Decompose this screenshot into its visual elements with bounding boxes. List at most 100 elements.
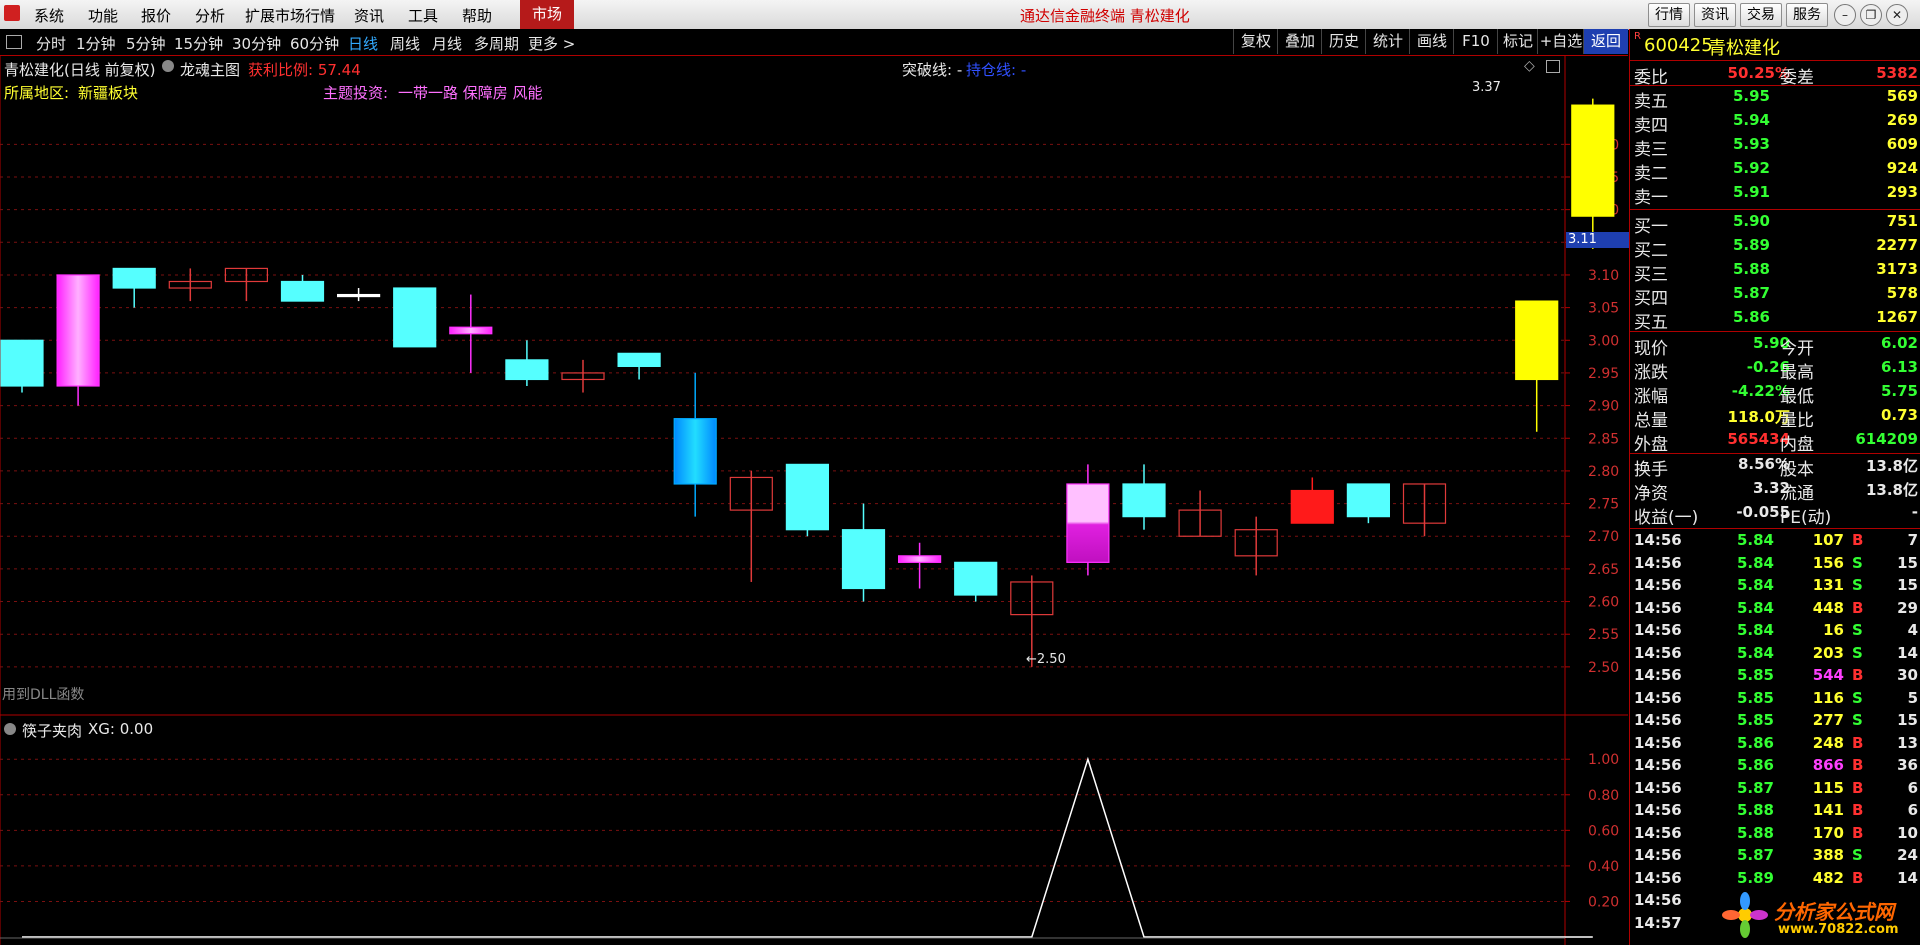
news-button[interactable]: 资讯 xyxy=(1694,3,1736,27)
tool-add-watchlist[interactable]: +自选 xyxy=(1537,29,1584,54)
period-more[interactable]: 更多 > xyxy=(528,33,575,54)
trade-time: 14:56 xyxy=(1634,846,1682,864)
trade-time: 14:56 xyxy=(1634,891,1682,909)
menu-help[interactable]: 帮助 xyxy=(462,5,492,26)
trade-row[interactable]: 14:56 5.84 156 S 15 xyxy=(1630,554,1920,576)
menu-news[interactable]: 资讯 xyxy=(354,5,384,26)
fund-label: PE(动) xyxy=(1780,508,1832,528)
tool-history[interactable]: 历史 xyxy=(1321,29,1366,54)
sub-tick-label: 0.20 xyxy=(1588,894,1619,910)
service-button[interactable]: 服务 xyxy=(1786,3,1828,27)
trade-row[interactable]: 14:56 5.86 248 B 13 xyxy=(1630,734,1920,756)
region-value[interactable]: 新疆板块 xyxy=(78,82,138,103)
menu-quote[interactable]: 报价 xyxy=(141,5,171,26)
menu-analysis[interactable]: 分析 xyxy=(195,5,225,26)
quote-value: -0.26 xyxy=(1746,358,1790,376)
period-30min[interactable]: 30分钟 xyxy=(232,33,281,54)
trade-row[interactable]: 14:56 5.87 115 B 6 xyxy=(1630,779,1920,801)
tool-f10[interactable]: F10 xyxy=(1453,29,1498,54)
trade-time: 14:56 xyxy=(1634,733,1682,752)
trade-row[interactable]: 14:56 5.88 170 B 10 xyxy=(1630,824,1920,846)
period-5min[interactable]: 5分钟 xyxy=(126,33,166,54)
trade-row[interactable]: 14:56 5.84 131 S 15 xyxy=(1630,576,1920,598)
price-tick-label: 2.90 xyxy=(1588,399,1619,415)
bid-price[interactable]: 5.88 xyxy=(1690,260,1770,278)
ask-price[interactable]: 5.92 xyxy=(1690,159,1770,177)
close-icon[interactable]: ✕ xyxy=(1886,4,1908,26)
bid-price[interactable]: 5.86 xyxy=(1690,308,1770,326)
price-tick-label: 2.55 xyxy=(1588,627,1619,643)
period-monthly[interactable]: 月线 xyxy=(432,33,462,54)
trade-row[interactable]: 14:56 5.85 277 S 15 xyxy=(1630,711,1920,733)
trade-side: B xyxy=(1852,778,1864,797)
period-weekly[interactable]: 周线 xyxy=(390,33,420,54)
trade-row[interactable]: 14:56 5.84 16 S 4 xyxy=(1630,621,1920,643)
trade-side: B xyxy=(1852,868,1864,887)
toggle-panel-icon[interactable] xyxy=(6,35,22,49)
trade-time: 14:56 xyxy=(1634,531,1682,549)
chart-area[interactable]: 3.303.253.203.153.103.053.002.952.902.85… xyxy=(0,55,1628,945)
ask-volume: 569 xyxy=(1886,87,1918,105)
trade-row[interactable]: 14:56 5.88 141 B 6 xyxy=(1630,801,1920,823)
bid-price[interactable]: 5.87 xyxy=(1690,284,1770,302)
trade-row[interactable]: 14:56 5.86 866 B 36 xyxy=(1630,756,1920,778)
menu-tools[interactable]: 工具 xyxy=(408,5,438,26)
menu-function[interactable]: 功能 xyxy=(88,5,118,26)
trade-row[interactable]: 14:56 5.84 203 S 14 xyxy=(1630,644,1920,666)
sub-indicator-name[interactable]: 筷子夹肉 xyxy=(22,720,82,741)
diamond-icon[interactable]: ◇ xyxy=(1524,58,1535,74)
ask-price[interactable]: 5.93 xyxy=(1690,135,1770,153)
quote-label: 今开 xyxy=(1780,339,1814,359)
period-1min[interactable]: 1分钟 xyxy=(76,33,116,54)
period-15min[interactable]: 15分钟 xyxy=(174,33,223,54)
trade-row[interactable]: 14:56 5.84 448 B 29 xyxy=(1630,599,1920,621)
period-multi[interactable]: 多周期 xyxy=(474,33,519,54)
ask-price[interactable]: 5.95 xyxy=(1690,87,1770,105)
fund-value: -0.055 xyxy=(1736,503,1790,521)
tool-back[interactable]: 返回 xyxy=(1583,29,1628,54)
bid-price[interactable]: 5.90 xyxy=(1690,212,1770,230)
quote-label: 涨跌 xyxy=(1634,363,1668,383)
trade-price: 5.85 xyxy=(1736,666,1774,684)
minimize-icon[interactable]: – xyxy=(1834,4,1856,26)
indicator-name[interactable]: 龙魂主图 xyxy=(180,59,240,80)
trade-row[interactable]: 14:56 5.85 544 B 30 xyxy=(1630,666,1920,688)
menu-system[interactable]: 系统 xyxy=(34,5,64,26)
tool-stats[interactable]: 统计 xyxy=(1365,29,1410,54)
trade-count: 24 xyxy=(1897,846,1918,864)
app-title: 通达信金融终端 青松建化 xyxy=(1020,7,1190,25)
bid-price[interactable]: 5.89 xyxy=(1690,236,1770,254)
restore-icon[interactable]: ❐ xyxy=(1860,4,1882,26)
tool-adjust[interactable]: 复权 xyxy=(1233,29,1278,54)
candle-body xyxy=(449,326,493,335)
quote-label: 外盘 xyxy=(1634,435,1668,455)
trade-row[interactable]: 14:56 5.85 116 S 5 xyxy=(1630,689,1920,711)
ask-volume: 293 xyxy=(1886,183,1918,201)
menu-extended-market[interactable]: 扩展市场行情 xyxy=(245,5,335,26)
trade-price: 5.84 xyxy=(1736,598,1774,617)
trade-volume: 448 xyxy=(1812,598,1844,617)
period-daily[interactable]: 日线 xyxy=(348,33,378,54)
trade-count: 13 xyxy=(1897,733,1918,752)
theme-value[interactable]: 一带一路 保障房 风能 xyxy=(398,82,543,103)
quote-button[interactable]: 行情 xyxy=(1648,3,1690,27)
ask-price[interactable]: 5.94 xyxy=(1690,111,1770,129)
tool-mark[interactable]: 标记 xyxy=(1497,29,1538,54)
indicator-menu-icon[interactable] xyxy=(162,60,174,72)
ask-price[interactable]: 5.91 xyxy=(1690,183,1770,201)
trade-row[interactable]: 14:56 5.84 107 B 7 xyxy=(1630,531,1920,553)
ask-volume: 609 xyxy=(1886,135,1918,153)
period-intraday[interactable]: 分时 xyxy=(36,33,66,54)
tool-overlay[interactable]: 叠加 xyxy=(1277,29,1322,54)
watermark-url: www.70822.com xyxy=(1778,922,1899,937)
trade-count: 30 xyxy=(1897,666,1918,684)
period-60min[interactable]: 60分钟 xyxy=(290,33,339,54)
market-tab[interactable]: 市场 xyxy=(520,0,574,29)
sub-indicator-menu-icon[interactable] xyxy=(4,723,16,735)
price-tick-label: 2.80 xyxy=(1588,464,1619,480)
trade-button[interactable]: 交易 xyxy=(1740,3,1782,27)
tool-draw[interactable]: 画线 xyxy=(1409,29,1454,54)
window-mode-icon[interactable] xyxy=(1546,60,1560,73)
trade-volume: 277 xyxy=(1812,711,1844,729)
trade-row[interactable]: 14:56 5.87 388 S 24 xyxy=(1630,846,1920,868)
